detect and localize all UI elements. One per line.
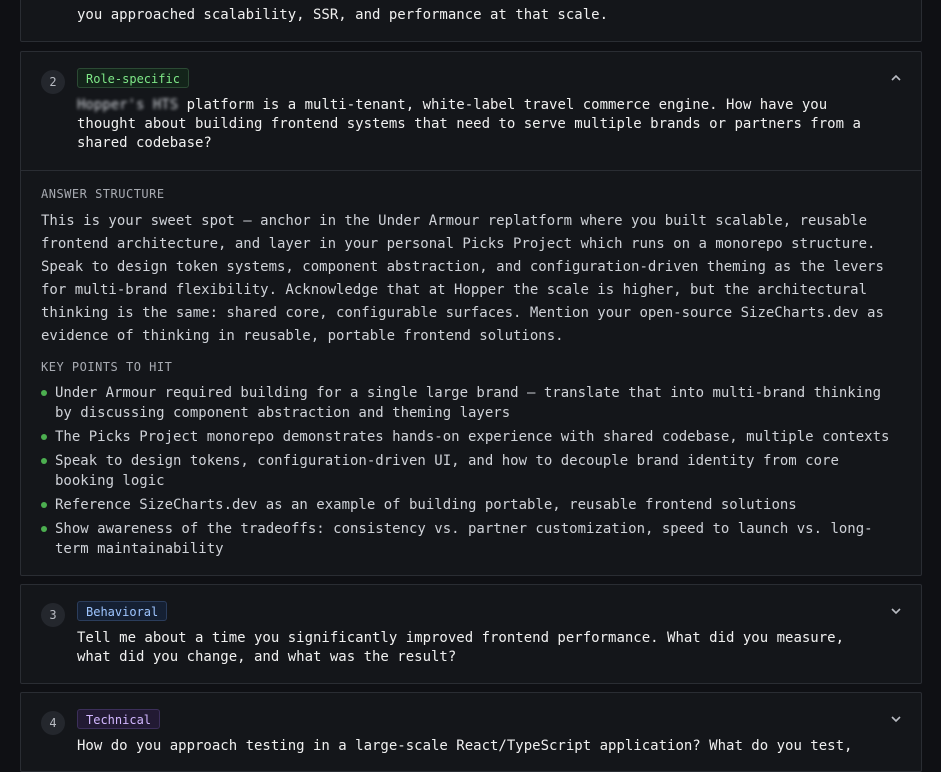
answer-structure-label: ANSWER STRUCTURE [41, 187, 165, 201]
question-number: 4 [41, 711, 65, 735]
answer-structure-text: This is your sweet spot — anchor in the … [41, 213, 884, 344]
key-point-text: Reference SizeCharts.dev as an example o… [55, 497, 797, 513]
key-point: Under Armour required building for a sin… [41, 383, 901, 423]
redacted-text: Hopper's HTS [77, 97, 179, 113]
category-badge: Role-specific [77, 68, 189, 88]
bullet-icon [41, 502, 47, 508]
divider [21, 170, 921, 171]
chevron-down-icon[interactable] [889, 604, 903, 618]
bullet-icon [41, 458, 47, 464]
chevron-up-icon[interactable] [889, 71, 903, 85]
question-card-4[interactable]: 4 Technical How do you approach testing … [20, 692, 922, 772]
key-points-label: KEY POINTS TO HIT [41, 360, 173, 374]
key-point: Speak to design tokens, configuration-dr… [41, 451, 901, 491]
question-header[interactable]: 2 Role-specific Hopper's HTS platform is… [21, 52, 921, 170]
question-text: Hopper's HTS platform is a multi-tenant,… [77, 96, 877, 153]
chevron-down-icon[interactable] [889, 712, 903, 726]
question-number: 2 [41, 70, 65, 94]
question-card-1[interactable]: you approached scalability, SSR, and per… [20, 0, 922, 42]
key-point: The Picks Project monorepo demonstrates … [41, 427, 901, 447]
key-point: Show awareness of the tradeoffs: consist… [41, 519, 901, 559]
key-point-text: Under Armour required building for a sin… [55, 385, 882, 421]
bullet-icon [41, 434, 47, 440]
question-text: you approached scalability, SSR, and per… [77, 7, 609, 23]
question-card-3[interactable]: 3 Behavioral Tell me about a time you si… [20, 584, 922, 684]
question-text-rest: platform is a multi-tenant, white-label … [77, 97, 861, 151]
key-point-text: The Picks Project monorepo demonstrates … [55, 429, 890, 445]
category-badge: Technical [77, 709, 161, 729]
key-point-text: Speak to design tokens, configuration-dr… [55, 453, 839, 489]
key-points-list: Under Armour required building for a sin… [41, 383, 901, 563]
key-point: Reference SizeCharts.dev as an example o… [41, 495, 901, 515]
question-card-2: 2 Role-specific Hopper's HTS platform is… [20, 51, 922, 576]
key-point-text: Show awareness of the tradeoffs: consist… [55, 521, 873, 557]
question-text: How do you approach testing in a large-s… [77, 738, 853, 754]
bullet-icon [41, 526, 47, 532]
category-badge: Behavioral [77, 601, 168, 621]
bullet-icon [41, 390, 47, 396]
question-number: 3 [41, 603, 65, 627]
question-text: Tell me about a time you significantly i… [77, 630, 845, 665]
